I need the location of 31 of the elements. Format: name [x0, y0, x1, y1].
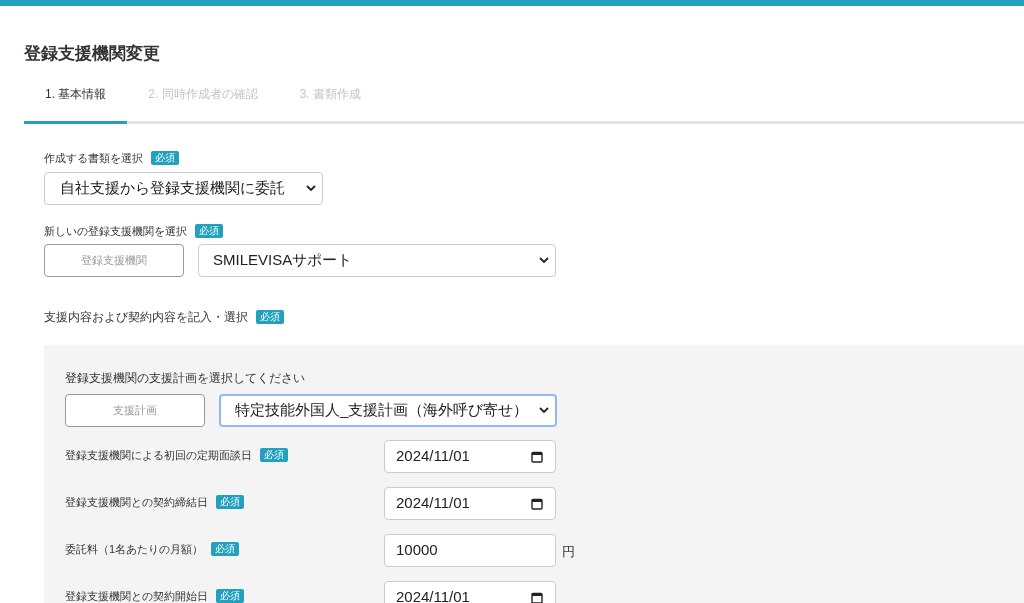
date-field[interactable]: 2024/11/01 — [384, 440, 556, 473]
required-badge: 必須 — [211, 542, 240, 557]
field-label: 作成する書類を選択 — [44, 151, 143, 166]
page-title: 登録支援機関変更 — [24, 43, 161, 65]
required-badge: 必須 — [256, 310, 284, 324]
field-label: 登録支援機関による初回の定期面談日 — [65, 448, 252, 463]
required-badge: 必須 — [216, 495, 244, 510]
field-label: 登録支援機関との契約締結日 — [65, 495, 208, 510]
field-label: 委託料（1名あたりの月額） — [65, 542, 204, 557]
unit-label: 円 — [562, 543, 575, 561]
document-type-select[interactable]: 自社支援から登録支援機関に委託 — [44, 171, 323, 205]
field-label: 登録支援機関の支援計画を選択してください — [65, 370, 306, 387]
number-field[interactable]: 10000 — [384, 534, 556, 567]
plan-select[interactable]: 特定技能外国人_支援計画（海外呼び寄せ） — [219, 394, 557, 427]
chevron-down-icon — [306, 184, 316, 192]
date-field[interactable]: 2024/11/01 — [384, 487, 556, 520]
chevron-down-icon — [539, 257, 549, 264]
step-tab[interactable]: 1. 基本情報 — [24, 80, 128, 124]
required-badge: 必須 — [216, 589, 244, 603]
required-badge: 必須 — [195, 223, 223, 238]
field-label: 登録支援機関との契約開始日 — [65, 589, 208, 603]
chevron-down-icon — [539, 407, 549, 414]
calendar-icon — [531, 591, 543, 603]
field-label: 支援内容および契約内容を記入・選択 — [44, 309, 248, 326]
field-label: 新しいの登録支援機関を選択 — [44, 223, 187, 239]
required-badge: 必須 — [151, 151, 179, 166]
agency-select[interactable]: SMILEVISAサポート — [198, 244, 556, 277]
date-field[interactable]: 2024/11/01 — [384, 581, 556, 603]
required-badge: 必須 — [260, 448, 288, 463]
calendar-icon — [531, 497, 543, 510]
calendar-icon — [531, 450, 543, 463]
